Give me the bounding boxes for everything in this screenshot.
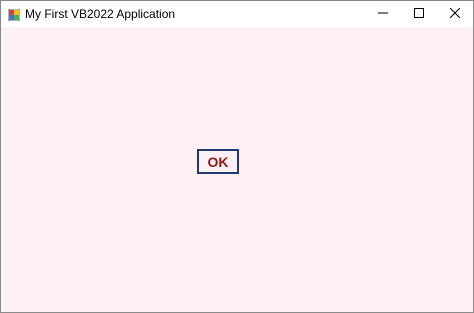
window-title: My First VB2022 Application <box>25 7 176 21</box>
close-button[interactable] <box>437 1 473 27</box>
maximize-button[interactable] <box>401 1 437 27</box>
maximize-icon <box>414 5 424 23</box>
close-icon <box>449 5 461 23</box>
minimize-icon <box>378 5 388 23</box>
app-icon[interactable] <box>7 8 21 22</box>
application-window: My First VB2022 Application OK <box>0 0 474 313</box>
ok-button[interactable]: OK <box>197 149 239 174</box>
minimize-button[interactable] <box>365 1 401 27</box>
form-client-area: OK <box>1 27 473 312</box>
title-bar[interactable]: My First VB2022 Application <box>1 1 473 27</box>
